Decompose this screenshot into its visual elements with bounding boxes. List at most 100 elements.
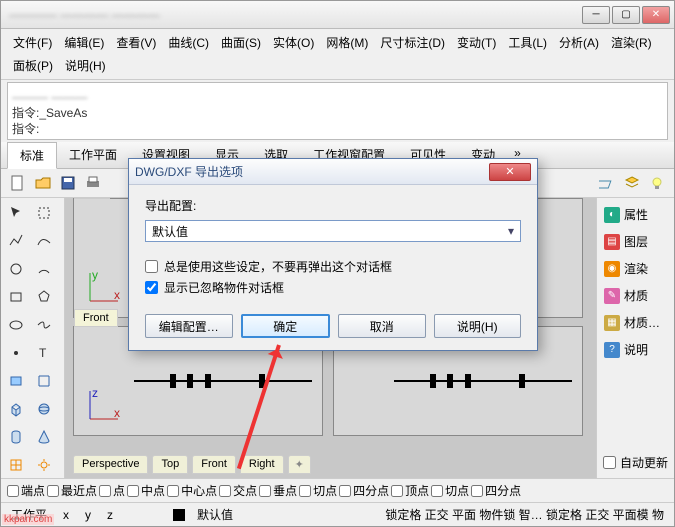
save-icon[interactable] [57,172,79,194]
ok-button[interactable]: 确定 [241,314,331,338]
spline-icon[interactable] [31,228,57,254]
menu-analyze[interactable]: 分析(A) [553,31,605,54]
open-icon[interactable] [32,172,54,194]
box-icon[interactable] [3,396,29,422]
command-area[interactable]: ——— ——— 指令:_SaveAs 指令: [7,82,668,140]
cmd-prompt[interactable]: 指令: [12,121,663,137]
titlebar: ———— ———— ———— ─ ▢ ✕ [1,1,674,29]
print-icon[interactable] [82,172,104,194]
status-cplane[interactable]: 工作平 [7,505,51,524]
mesh-icon[interactable] [3,452,29,478]
arrow-icon[interactable] [3,200,29,226]
text-icon[interactable]: T [31,340,57,366]
cplane-icon[interactable] [596,172,618,194]
arc-icon[interactable] [31,256,57,282]
menu-curve[interactable]: 曲线(C) [162,31,215,54]
viewport-label[interactable]: Front [74,309,118,327]
vtab-add[interactable]: ✦ [288,455,311,474]
new-icon[interactable] [7,172,29,194]
osnap-knot[interactable]: 切点 [431,482,469,499]
show-skipped-checkbox[interactable]: 显示已忽略物件对话框 [145,277,521,298]
panel-materials[interactable]: ✎材质 [599,283,672,308]
menu-tools[interactable]: 工具(L) [502,31,553,54]
cylinder-icon[interactable] [3,424,29,450]
menu-surface[interactable]: 曲面(S) [215,31,267,54]
osnap-bar: 端点 最近点 点 中点 中心点 交点 垂点 切点 四分点 顶点 切点 四分点 [1,478,674,502]
curve-icon[interactable] [31,312,57,338]
osnap-mid[interactable]: 中点 [127,482,165,499]
always-use-checkbox[interactable]: 总是使用这些设定，不要再弹出这个对话框 [145,256,521,277]
menu-file[interactable]: 文件(F) [7,31,58,54]
maximize-button[interactable]: ▢ [612,6,640,24]
panel-layers[interactable]: ▤图层 [599,229,672,254]
osnap-perp[interactable]: 垂点 [259,482,297,499]
rect-icon[interactable] [3,284,29,310]
cone-icon[interactable] [31,424,57,450]
help-button[interactable]: 说明(H) [434,314,522,338]
layers-icon[interactable] [621,172,643,194]
circle-icon[interactable] [3,256,29,282]
panel-material-lib[interactable]: ▦材质… [599,310,672,335]
menu-help[interactable]: 说明(H) [59,54,112,77]
osnap-end[interactable]: 端点 [7,482,45,499]
export-config-label: 导出配置: [145,197,521,214]
menu-view[interactable]: 查看(V) [110,31,162,54]
osnap-int[interactable]: 交点 [219,482,257,499]
loft-icon[interactable] [31,368,57,394]
gear-icon[interactable] [31,452,57,478]
status-layer-swatch[interactable] [173,509,185,521]
close-button[interactable]: ✕ [642,6,670,24]
export-config-select[interactable]: 默认值 ▾ [145,220,521,242]
status-z: z [103,507,117,523]
surface-icon[interactable] [3,368,29,394]
menu-panels[interactable]: 面板(P) [7,54,59,77]
osnap-tan[interactable]: 切点 [299,482,337,499]
sphere-icon[interactable] [31,396,57,422]
menu-edit[interactable]: 编辑(E) [58,31,110,54]
menu-mesh[interactable]: 网格(M) [320,31,374,54]
tab-standard[interactable]: 标准 [7,142,57,169]
cmd-history-blur: ——— ——— [12,89,663,105]
svg-text:T: T [39,346,47,360]
axis-icon: xz [84,385,124,425]
menu-transform[interactable]: 变动(T) [451,31,502,54]
panel-properties[interactable]: ◐属性 [599,202,672,227]
menu-dimension[interactable]: 尺寸标注(D) [374,31,451,54]
menu-render[interactable]: 渲染(R) [605,31,658,54]
model-geometry [134,373,312,389]
point-icon[interactable] [3,340,29,366]
viewport-tabs: Perspective Top Front Right ✦ [73,455,311,474]
viewport-label[interactable]: Top [74,198,110,199]
osnap-quad[interactable]: 四分点 [339,482,389,499]
window-buttons: ─ ▢ ✕ [582,6,670,24]
osnap-quad2[interactable]: 四分点 [471,482,521,499]
dialog-titlebar[interactable]: DWG/DXF 导出选项 ✕ [129,159,537,185]
idea-icon[interactable] [646,172,668,194]
minimize-button[interactable]: ─ [582,6,610,24]
polygon-icon[interactable] [31,284,57,310]
dialog-close-button[interactable]: ✕ [489,163,531,181]
menu-solid[interactable]: 实体(O) [267,31,320,54]
vtab-front[interactable]: Front [192,455,236,474]
vtab-right[interactable]: Right [240,455,284,474]
osnap-near[interactable]: 最近点 [47,482,97,499]
status-flags[interactable]: 锁定格 正交 平面 物件锁 智… 锁定格 正交 平面模 物 [381,505,668,524]
window-title: ———— ———— ———— [5,8,582,22]
panel-help[interactable]: ?说明 [599,337,672,362]
auto-update-checkbox[interactable]: 自动更新 [599,451,672,474]
axis-icon: xy [84,267,124,307]
status-layer[interactable]: 默认值 [193,505,237,524]
edit-config-button[interactable]: 编辑配置… [145,314,233,338]
select-value: 默认值 [152,223,188,240]
cancel-button[interactable]: 取消 [338,314,426,338]
vtab-top[interactable]: Top [152,455,188,474]
ellipse-icon[interactable] [3,312,29,338]
panel-render[interactable]: ◉渲染 [599,256,672,281]
polyline-icon[interactable] [3,228,29,254]
tab-cplane[interactable]: 工作平面 [57,142,130,168]
lasso-icon[interactable] [31,200,57,226]
osnap-cen[interactable]: 中心点 [167,482,217,499]
osnap-point[interactable]: 点 [99,482,125,499]
osnap-vert[interactable]: 顶点 [391,482,429,499]
vtab-perspective[interactable]: Perspective [73,455,148,474]
